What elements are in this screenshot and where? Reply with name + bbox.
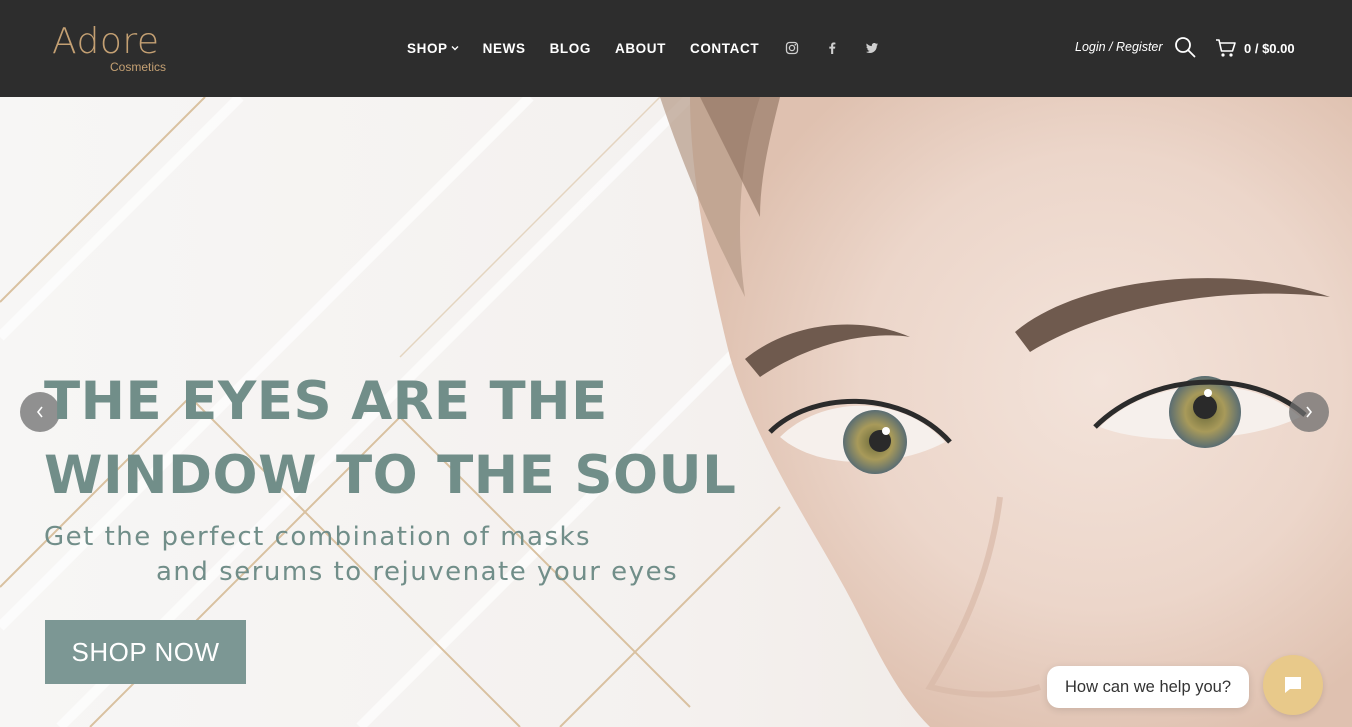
hero-headline-line-1: THE EYES ARE THE	[44, 371, 608, 432]
nav-news-label: NEWS	[482, 40, 526, 56]
nav-about-label: ABOUT	[614, 40, 666, 56]
brand-name: Adore	[52, 21, 160, 62]
hero-subtitle: Get the perfect combination of masks and…	[44, 520, 764, 590]
nav-contact-label: CONTACT	[689, 40, 760, 56]
cart-icon	[1216, 39, 1236, 57]
instagram-icon[interactable]	[785, 41, 799, 55]
social-links	[785, 41, 879, 55]
chat-prompt[interactable]: How can we help you?	[1047, 666, 1249, 708]
twitter-icon[interactable]	[865, 41, 879, 55]
chat-icon	[1285, 677, 1301, 693]
shop-now-button[interactable]: SHOP NOW	[45, 620, 246, 684]
site-header: Adore Cosmetics SHOP NEWS BLOG ABOUT CON…	[0, 0, 1352, 97]
brand-logo[interactable]: Adore Cosmetics	[52, 20, 192, 80]
main-nav: SHOP NEWS BLOG ABOUT CONTACT	[407, 38, 879, 58]
cart-summary: 0 / $0.00	[1244, 40, 1295, 56]
login-register-link[interactable]: Login / Register	[1075, 40, 1163, 54]
hero-headline: THE EYES ARE THE WINDOW TO THE SOUL	[44, 365, 804, 513]
cart-button[interactable]: 0 / $0.00	[1215, 37, 1295, 59]
hero-subtitle-line-2: and serums to rejuvenate your eyes	[156, 557, 679, 587]
nav-shop-label: SHOP	[407, 40, 448, 56]
nav-blog[interactable]: BLOG	[550, 41, 591, 56]
facebook-icon[interactable]	[825, 41, 839, 55]
search-icon[interactable]	[1174, 36, 1196, 58]
brand-tagline: Cosmetics	[110, 60, 167, 74]
nav-contact[interactable]: CONTACT	[690, 41, 759, 56]
hero-slider: THE EYES ARE THE WINDOW TO THE SOUL Get …	[0, 97, 1352, 727]
chat-launcher-button[interactable]	[1263, 655, 1323, 715]
chevron-down-icon	[451, 46, 459, 51]
nav-shop[interactable]: SHOP	[407, 41, 459, 56]
slider-next-button[interactable]	[1289, 392, 1329, 432]
nav-news[interactable]: NEWS	[483, 41, 526, 56]
nav-about[interactable]: ABOUT	[615, 41, 666, 56]
hero-subtitle-line-1: Get the perfect combination of masks	[44, 522, 592, 552]
nav-blog-label: BLOG	[549, 40, 591, 56]
chevron-right-icon	[1306, 406, 1313, 418]
hero-headline-line-2: WINDOW TO THE SOUL	[44, 445, 737, 506]
